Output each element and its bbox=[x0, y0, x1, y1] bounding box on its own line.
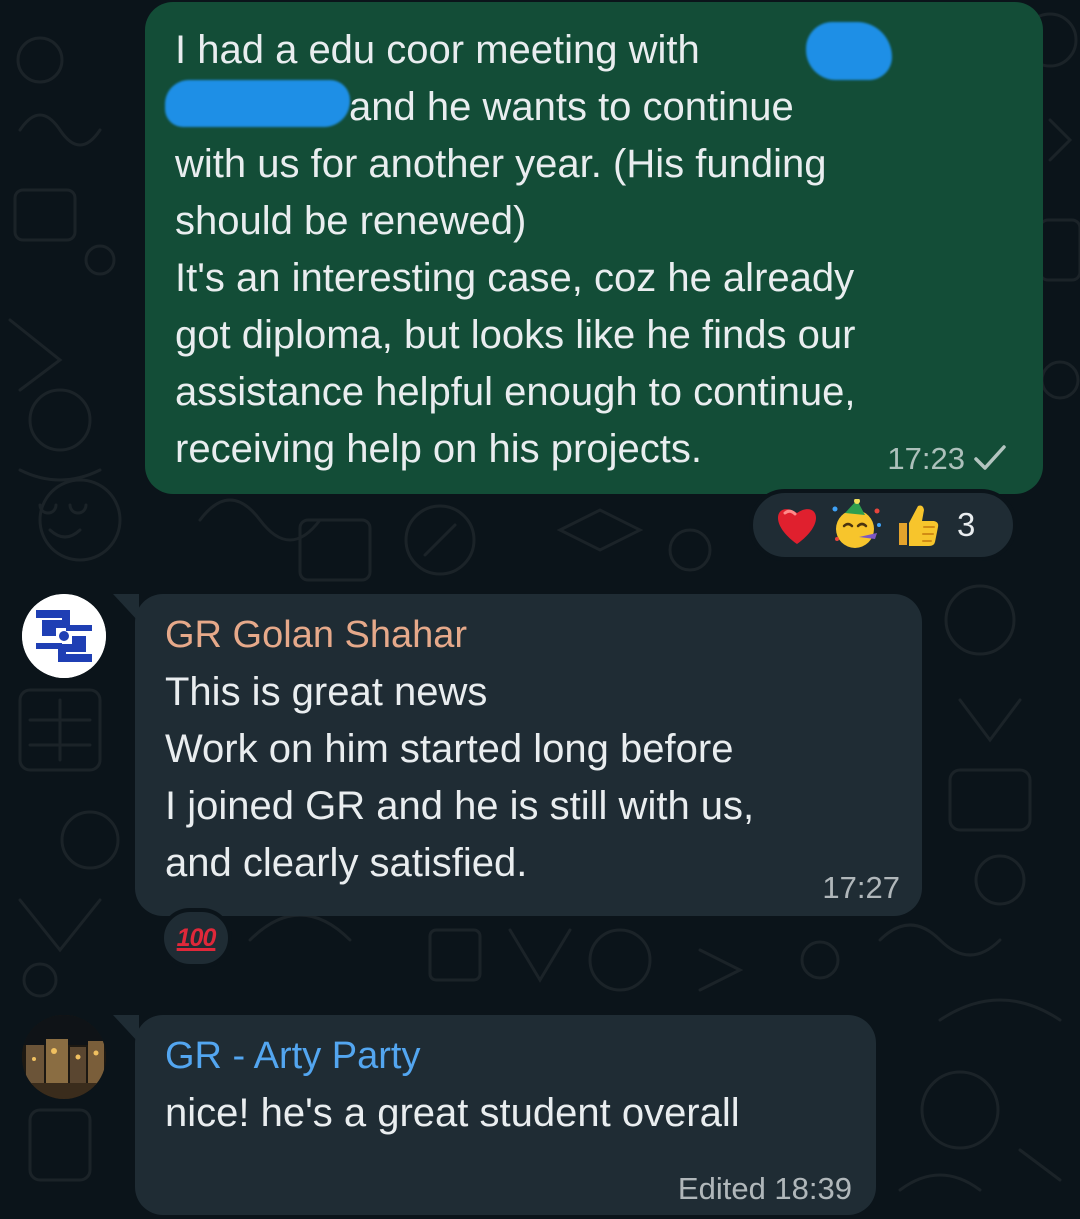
message-line-4: should be renewed) bbox=[175, 199, 527, 243]
message-line-5: It's an interesting case, coz he already bbox=[175, 256, 855, 300]
message-line-1: nice! he's a great student overall bbox=[165, 1091, 740, 1135]
message-time: 17:27 bbox=[822, 870, 900, 905]
gs-logo-icon[interactable] bbox=[22, 594, 106, 678]
reaction-count: 3 bbox=[957, 506, 976, 543]
group-photo-icon[interactable] bbox=[22, 1015, 106, 1099]
message-line-6: got diploma, but looks like he finds our bbox=[175, 313, 856, 357]
reactions-bar[interactable]: 3 bbox=[749, 489, 1017, 561]
sender-name[interactable]: GR - Arty Party bbox=[165, 1033, 846, 1079]
message-line-7: assistance helpful enough to continue, bbox=[175, 370, 856, 414]
outgoing-message[interactable]: I had a edu coor meeting with and he wan… bbox=[145, 2, 1043, 494]
message-time: 17:23 bbox=[887, 441, 965, 476]
message-line-1: I had a edu coor meeting with bbox=[175, 28, 700, 72]
message-line-4: and clearly satisfied. bbox=[165, 841, 528, 885]
thumbs-up-icon bbox=[887, 501, 947, 549]
redaction-mark-1 bbox=[806, 22, 892, 80]
redaction-mark-2 bbox=[165, 80, 350, 127]
message-line-3: with us for another year. (His funding bbox=[175, 142, 827, 186]
message-text: This is great news Work on him started l… bbox=[165, 664, 892, 892]
sender-name[interactable]: GR Golan Shahar bbox=[165, 612, 892, 658]
message-line-3: I joined GR and he is still with us, bbox=[165, 784, 755, 828]
reaction-badge[interactable]: 100 bbox=[160, 908, 232, 968]
message-time: Edited 18:39 bbox=[677, 1171, 852, 1206]
red-heart-icon bbox=[767, 501, 827, 549]
message-line-2: and he wants to continue bbox=[349, 85, 794, 129]
hundred-points-icon: 100 bbox=[176, 924, 217, 952]
message-line-1: This is great news bbox=[165, 670, 488, 714]
message-line-8: receiving help on his projects. bbox=[175, 427, 702, 471]
single-check-icon bbox=[973, 444, 1007, 480]
message-line-2: Work on him started long before bbox=[165, 727, 734, 771]
message-text: nice! he's a great student overall bbox=[165, 1085, 846, 1142]
partying-face-icon bbox=[827, 499, 887, 549]
incoming-message[interactable]: GR - Arty Party nice! he's a great stude… bbox=[135, 1015, 876, 1215]
incoming-message[interactable]: GR Golan Shahar This is great news Work … bbox=[135, 594, 922, 916]
message-meta: 17:23 bbox=[887, 441, 1007, 480]
